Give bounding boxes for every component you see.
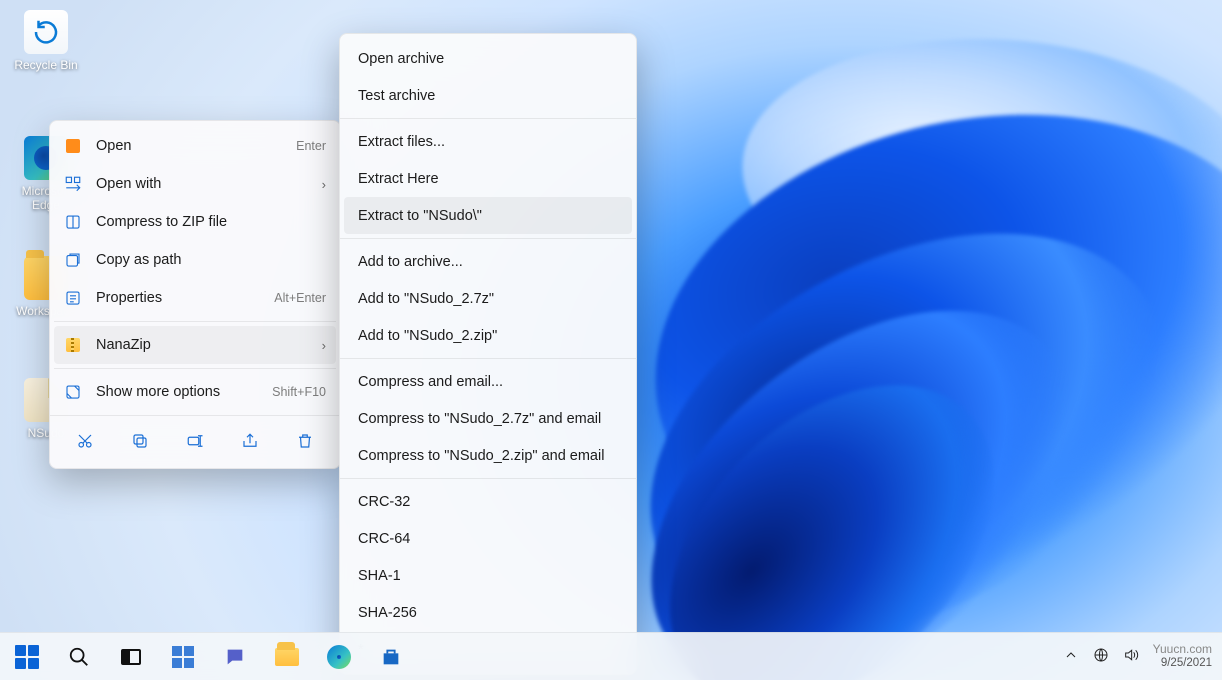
nanazip-icon	[64, 336, 82, 354]
copy-path-icon	[64, 251, 82, 269]
submenu-item-extract-here[interactable]: Extract Here	[340, 160, 636, 197]
menu-separator	[340, 118, 636, 119]
watermark-text: Yuucn.com	[1153, 643, 1212, 657]
menu-separator	[340, 358, 636, 359]
edge-button[interactable]	[326, 644, 352, 670]
start-button[interactable]	[14, 644, 40, 670]
menu-separator	[54, 321, 336, 322]
menu-item-open[interactable]: Open Enter	[50, 127, 340, 165]
chat-button[interactable]	[222, 644, 248, 670]
menu-item-nanazip[interactable]: NanaZip ›	[54, 326, 336, 364]
submenu-item-extract-to[interactable]: Extract to "NSudo\"	[344, 197, 632, 234]
chevron-right-icon: ›	[322, 177, 326, 192]
folder-icon	[275, 648, 299, 666]
taskbar-date: 9/25/2021	[1153, 657, 1212, 670]
tray-overflow-button[interactable]	[1063, 647, 1079, 666]
submenu-item-label: Test archive	[358, 88, 435, 104]
taskbar-clock[interactable]: Yuucn.com 9/25/2021	[1153, 643, 1212, 670]
submenu-item-test-archive[interactable]: Test archive	[340, 77, 636, 114]
submenu-item-compress-7z-email[interactable]: Compress to "NSudo_2.7z" and email	[340, 400, 636, 437]
zip-icon	[64, 213, 82, 231]
submenu-item-extract-files[interactable]: Extract files...	[340, 123, 636, 160]
submenu-item-sha256[interactable]: SHA-256	[340, 594, 636, 631]
volume-icon[interactable]	[1123, 647, 1139, 666]
open-app-icon	[64, 137, 82, 155]
desktop[interactable]: Recycle Bin Microsoft Edge Workspace NSu…	[0, 0, 1222, 680]
windows-logo-icon	[15, 645, 39, 669]
submenu-item-sha1[interactable]: SHA-1	[340, 557, 636, 594]
menu-separator	[340, 478, 636, 479]
copy-button[interactable]	[123, 426, 157, 456]
nanazip-submenu: Open archive Test archive Extract files.…	[339, 33, 637, 675]
submenu-item-crc64[interactable]: CRC-64	[340, 520, 636, 557]
menu-item-label: NanaZip	[96, 337, 308, 353]
submenu-item-label: Add to archive...	[358, 254, 463, 270]
rename-button[interactable]	[178, 426, 212, 456]
menu-item-open-with[interactable]: Open with ›	[50, 165, 340, 203]
menu-item-label: Copy as path	[96, 252, 326, 268]
menu-separator	[340, 238, 636, 239]
submenu-item-label: Add to "NSudo_2.zip"	[358, 328, 497, 344]
context-menu-toolbar	[50, 415, 340, 462]
desktop-icon-recycle-bin[interactable]: Recycle Bin	[8, 10, 84, 72]
share-button[interactable]	[233, 426, 267, 456]
submenu-item-label: Compress and email...	[358, 374, 503, 390]
delete-button[interactable]	[288, 426, 322, 456]
context-menu: Open Enter Open with › Compress to ZIP f…	[49, 120, 341, 469]
submenu-item-label: SHA-256	[358, 605, 417, 621]
menu-item-copy-path[interactable]: Copy as path	[50, 241, 340, 279]
widgets-icon	[172, 646, 194, 668]
menu-item-properties[interactable]: Properties Alt+Enter	[50, 279, 340, 317]
taskbar: Yuucn.com 9/25/2021	[0, 632, 1222, 680]
menu-item-label: Show more options	[96, 384, 258, 400]
search-button[interactable]	[66, 644, 92, 670]
store-button[interactable]	[378, 644, 404, 670]
submenu-item-label: Compress to "NSudo_2.7z" and email	[358, 411, 601, 427]
chevron-right-icon: ›	[322, 338, 326, 353]
submenu-item-label: Extract Here	[358, 171, 439, 187]
menu-item-compress-zip[interactable]: Compress to ZIP file	[50, 203, 340, 241]
submenu-item-label: Compress to "NSudo_2.zip" and email	[358, 448, 604, 464]
submenu-item-label: Open archive	[358, 51, 444, 67]
open-with-icon	[64, 175, 82, 193]
submenu-item-label: SHA-1	[358, 568, 401, 584]
menu-item-label: Open	[96, 138, 282, 154]
desktop-icon-label: Recycle Bin	[14, 58, 77, 72]
submenu-item-label: Add to "NSudo_2.7z"	[358, 291, 494, 307]
cut-button[interactable]	[68, 426, 102, 456]
more-options-icon	[64, 383, 82, 401]
menu-shortcut: Enter	[296, 139, 326, 153]
menu-item-label: Open with	[96, 176, 308, 192]
submenu-item-label: Extract files...	[358, 134, 445, 150]
menu-item-show-more[interactable]: Show more options Shift+F10	[50, 373, 340, 411]
submenu-item-add-to-zip[interactable]: Add to "NSudo_2.zip"	[340, 317, 636, 354]
menu-shortcut: Shift+F10	[272, 385, 326, 399]
menu-shortcut: Alt+Enter	[274, 291, 326, 305]
submenu-item-compress-email[interactable]: Compress and email...	[340, 363, 636, 400]
menu-item-label: Compress to ZIP file	[96, 214, 326, 230]
submenu-item-label: CRC-64	[358, 531, 410, 547]
edge-icon	[327, 645, 351, 669]
file-explorer-button[interactable]	[274, 644, 300, 670]
submenu-item-add-to-7z[interactable]: Add to "NSudo_2.7z"	[340, 280, 636, 317]
menu-separator	[54, 368, 336, 369]
submenu-item-compress-zip-email[interactable]: Compress to "NSudo_2.zip" and email	[340, 437, 636, 474]
recycle-bin-icon	[24, 10, 68, 54]
menu-item-label: Properties	[96, 290, 260, 306]
taskview-button[interactable]	[118, 644, 144, 670]
submenu-item-add-to-archive[interactable]: Add to archive...	[340, 243, 636, 280]
properties-icon	[64, 289, 82, 307]
network-icon[interactable]	[1093, 647, 1109, 666]
submenu-item-open-archive[interactable]: Open archive	[340, 40, 636, 77]
widgets-button[interactable]	[170, 644, 196, 670]
submenu-item-crc32[interactable]: CRC-32	[340, 483, 636, 520]
submenu-item-label: CRC-32	[358, 494, 410, 510]
submenu-item-label: Extract to "NSudo\"	[358, 208, 482, 224]
taskview-icon	[121, 649, 141, 665]
